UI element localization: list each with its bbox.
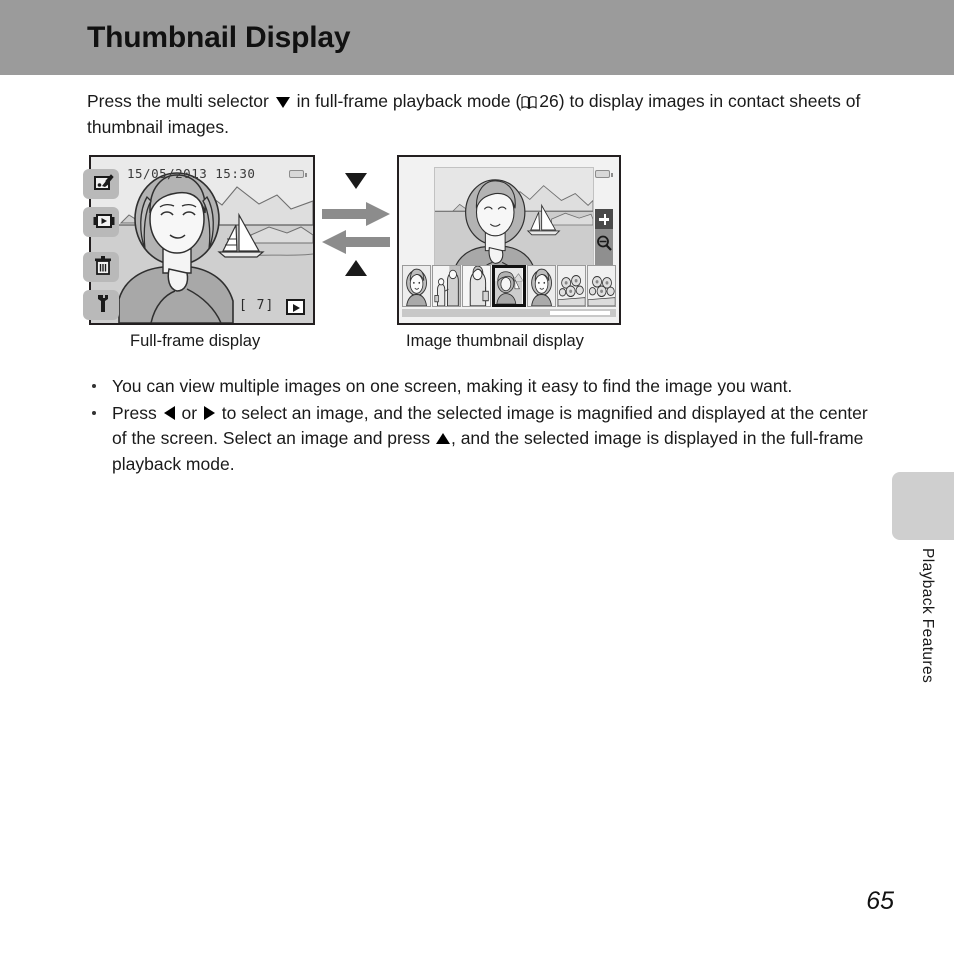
triangle-right-icon bbox=[203, 405, 215, 420]
bullet-2-text-a: Press bbox=[112, 402, 162, 423]
triangle-left-icon bbox=[163, 405, 175, 420]
transition-arrows bbox=[322, 160, 392, 290]
retouch-icon[interactable] bbox=[83, 169, 119, 199]
figure-area: 15/05/2013 15:30 [ 7] Full-frame display… bbox=[0, 150, 954, 360]
page-title: Thumbnail Display bbox=[87, 21, 351, 54]
full-frame-display-screen: 15/05/2013 15:30 [ 7] bbox=[83, 155, 315, 325]
trash-glyph bbox=[93, 255, 115, 277]
setup-wrench-icon[interactable] bbox=[83, 290, 119, 320]
thumbnail-cell-7[interactable] bbox=[586, 265, 616, 307]
arrow-left-icon bbox=[322, 230, 390, 254]
thumbnail-cell-5[interactable] bbox=[526, 265, 556, 307]
thumbnail-cell-2[interactable] bbox=[432, 265, 462, 307]
intro-page-ref: 26) bbox=[539, 91, 565, 111]
thumbnail-film-strip[interactable] bbox=[402, 265, 616, 307]
section-tab-label: Playback Features bbox=[919, 548, 936, 684]
bullet-dot-icon bbox=[92, 384, 96, 388]
wrench-glyph bbox=[93, 293, 115, 315]
list-item: Press or to select an image, and the sel… bbox=[87, 401, 877, 478]
bullet-2-text-b: or bbox=[176, 402, 202, 423]
triangle-down-icon bbox=[275, 97, 290, 108]
zoom-out-magnifier-icon[interactable] bbox=[595, 233, 613, 253]
thumbnail-display-screen bbox=[397, 155, 621, 325]
section-tab-marker bbox=[892, 472, 954, 540]
thumbnail-cell-4-selected[interactable] bbox=[492, 265, 526, 307]
list-item: You can view multiple images on one scre… bbox=[87, 374, 877, 400]
thumbnail-cell-1[interactable] bbox=[402, 265, 432, 307]
delete-icon[interactable] bbox=[83, 252, 119, 282]
retouch-glyph bbox=[93, 172, 115, 194]
caption-image-thumbnail-display: Image thumbnail display bbox=[406, 332, 584, 350]
osd-frame-counter: [ 7] bbox=[239, 298, 275, 313]
page-number: 65 bbox=[866, 887, 894, 915]
triangle-up-icon bbox=[435, 433, 450, 444]
thumbnail-cell-6[interactable] bbox=[556, 265, 586, 307]
full-frame-scene-illustration bbox=[91, 157, 314, 324]
triangle-down-icon bbox=[345, 173, 367, 189]
thumbnail-cell-3[interactable] bbox=[462, 265, 492, 307]
arrow-right-icon bbox=[322, 202, 390, 226]
thumbnail-scrollbar[interactable] bbox=[402, 309, 616, 317]
intro-paragraph: Press the multi selector in full-frame p… bbox=[87, 88, 862, 140]
triangle-up-icon bbox=[345, 260, 367, 276]
battery-icon bbox=[289, 170, 307, 178]
battery-icon bbox=[595, 170, 613, 178]
movie-playback-icon[interactable] bbox=[83, 207, 119, 237]
caption-full-frame-display: Full-frame display bbox=[130, 332, 261, 350]
intro-text-part2: in full-frame playback mode ( bbox=[296, 91, 522, 111]
intro-text-part1: Press the multi selector bbox=[87, 91, 269, 111]
movie-glyph bbox=[93, 210, 115, 232]
bullet-1-text: You can view multiple images on one scre… bbox=[112, 376, 793, 396]
osd-datetime: 15/05/2013 15:30 bbox=[127, 166, 256, 181]
book-icon bbox=[521, 90, 537, 110]
bullet-list: You can view multiple images on one scre… bbox=[87, 374, 877, 478]
bullet-dot-icon bbox=[92, 410, 96, 415]
thumbnail-scrollbar-thumb[interactable] bbox=[550, 311, 610, 315]
zoom-in-plus-icon[interactable] bbox=[595, 209, 613, 229]
playback-mode-icon[interactable] bbox=[286, 299, 305, 315]
